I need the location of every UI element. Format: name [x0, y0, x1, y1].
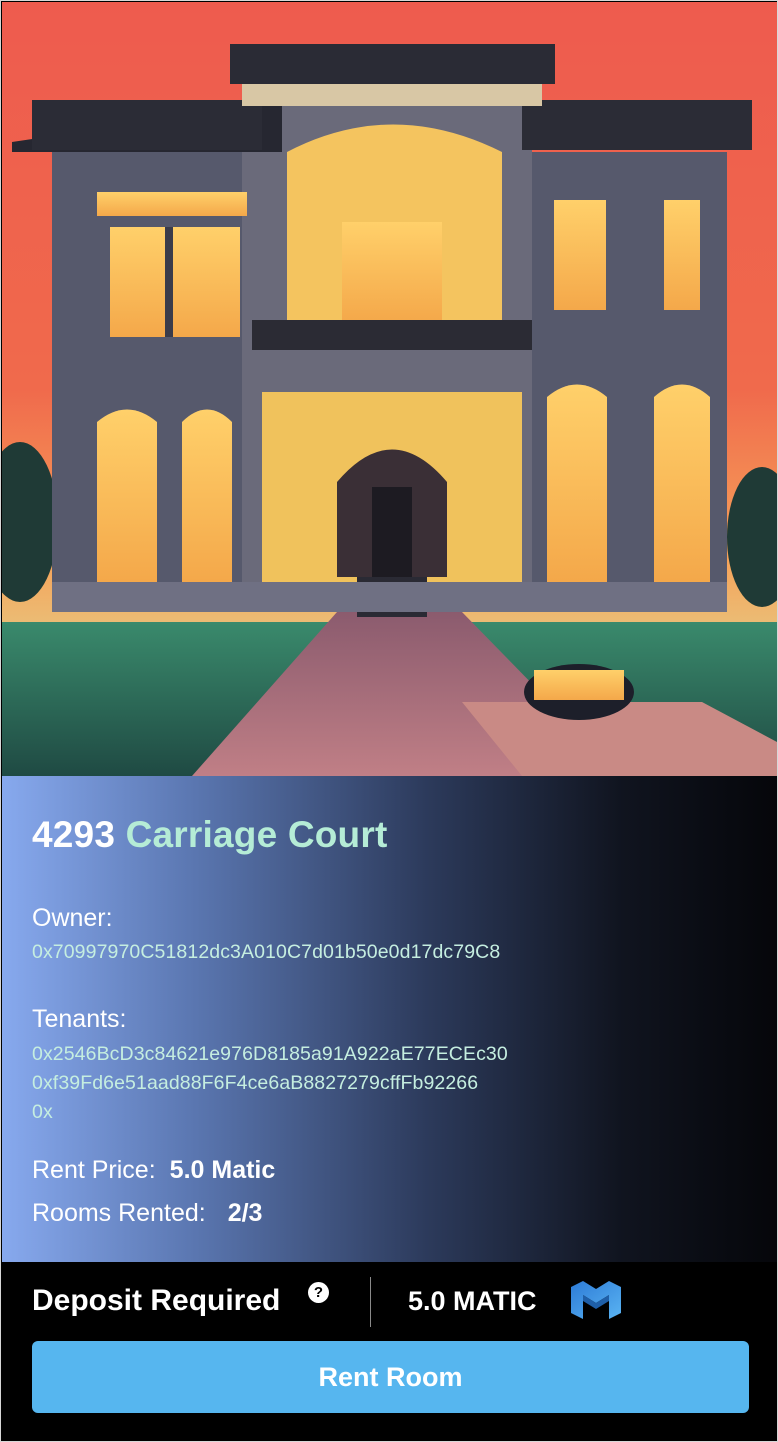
tenant-address: 0x: [32, 1101, 53, 1123]
matic-logo-icon: [571, 1281, 621, 1319]
owner-address: 0x70997970C51812dc3A010C7d01b50e0d17dc79…: [32, 941, 501, 963]
rent-price-value: 5.0 Matic: [169, 1156, 276, 1184]
rooms-rented-label: Rooms Rented:: [32, 1199, 206, 1227]
tenant-address: 0xf39Fd6e51aad88F6F4ce6aB8827279cffFb922…: [32, 1072, 479, 1094]
tenants-label: Tenants:: [32, 1005, 127, 1033]
property-image: [2, 2, 777, 776]
question-icon[interactable]: ?: [308, 1282, 329, 1303]
rent-room-button[interactable]: Rent Room: [32, 1341, 749, 1413]
address-number: 4293: [32, 814, 116, 855]
rent-price: Rent Price: 5.0 Matic: [32, 1156, 275, 1185]
property-address: 4293 Carriage Court: [32, 814, 387, 856]
owner-label: Owner:: [32, 904, 113, 932]
divider: [370, 1277, 371, 1327]
tenant-address: 0x2546BcD3c84621e976D8185a91A922aE77ECEc…: [32, 1043, 508, 1065]
deposit-footer: Deposit Required ? 5.0 MATIC Rent Room: [2, 1262, 777, 1441]
rent-price-label: Rent Price:: [32, 1156, 156, 1184]
rooms-rented-value: 2/3: [227, 1199, 263, 1227]
deposit-required-label: Deposit Required: [32, 1284, 281, 1317]
property-card: 4293 Carriage Court Owner: 0x70997970C51…: [0, 0, 778, 1442]
property-details: 4293 Carriage Court Owner: 0x70997970C51…: [2, 776, 777, 1262]
rooms-rented: Rooms Rented: 2/3: [32, 1199, 262, 1228]
deposit-amount: 5.0 MATIC: [408, 1286, 537, 1316]
address-street: Carriage Court: [125, 814, 388, 855]
